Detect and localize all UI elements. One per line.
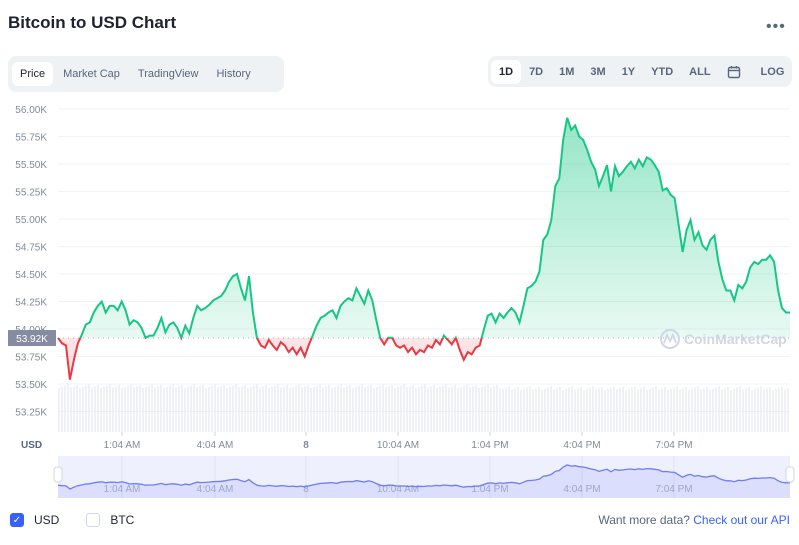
y-tick-label: 54.50K — [15, 270, 47, 281]
usd-label: USD — [34, 513, 60, 527]
currency-toggles: ✓ USD BTC — [10, 513, 134, 527]
y-axis-unit: USD — [21, 440, 42, 451]
btc-checkbox[interactable] — [86, 513, 101, 527]
api-link[interactable]: Check out our API — [693, 513, 790, 527]
x-tick-label: 4:04 PM — [563, 440, 600, 451]
y-tick-label: 55.00K — [15, 215, 47, 226]
x-tick-label: 10:04 AM — [377, 440, 419, 451]
baseline-label: 53.92K — [16, 334, 48, 345]
x-tick-label: 8 — [303, 440, 309, 451]
navigator-handle-right[interactable] — [785, 466, 795, 483]
y-tick-label: 56.00K — [15, 105, 47, 116]
y-tick-label: 54.75K — [15, 243, 47, 254]
usd-checkbox[interactable]: ✓ — [10, 513, 24, 527]
y-tick-label: 55.75K — [15, 133, 47, 144]
price-chart[interactable]: CoinMarketCap 56.00K 55.75K 55.50K 55.25K 55… — [0, 0, 799, 545]
x-tick-label: 4:04 AM — [197, 440, 234, 451]
navigator-handle-left[interactable] — [53, 466, 63, 483]
btc-label: BTC — [110, 513, 135, 527]
x-tick-label: 7:04 PM — [655, 440, 692, 451]
x-tick-label: 1:04 AM — [104, 440, 141, 451]
watermark-text: CoinMarketCap — [684, 331, 787, 347]
x-tick-label: 1:04 PM — [471, 440, 508, 451]
api-promo: Want more data? Check out our API — [598, 513, 790, 527]
y-tick-label: 55.25K — [15, 188, 47, 199]
y-tick-label: 53.50K — [15, 380, 47, 391]
y-tick-label: 53.25K — [15, 408, 47, 419]
y-tick-label: 55.50K — [15, 160, 47, 171]
navigator[interactable]: 1:04 AM 4:04 AM 8 10:04 AM 1:04 PM 4:04 PM 7:0… — [53, 456, 795, 498]
y-tick-label: 54.25K — [15, 298, 47, 309]
y-tick-label: 53.75K — [15, 353, 47, 364]
api-prompt: Want more data? — [598, 513, 690, 527]
